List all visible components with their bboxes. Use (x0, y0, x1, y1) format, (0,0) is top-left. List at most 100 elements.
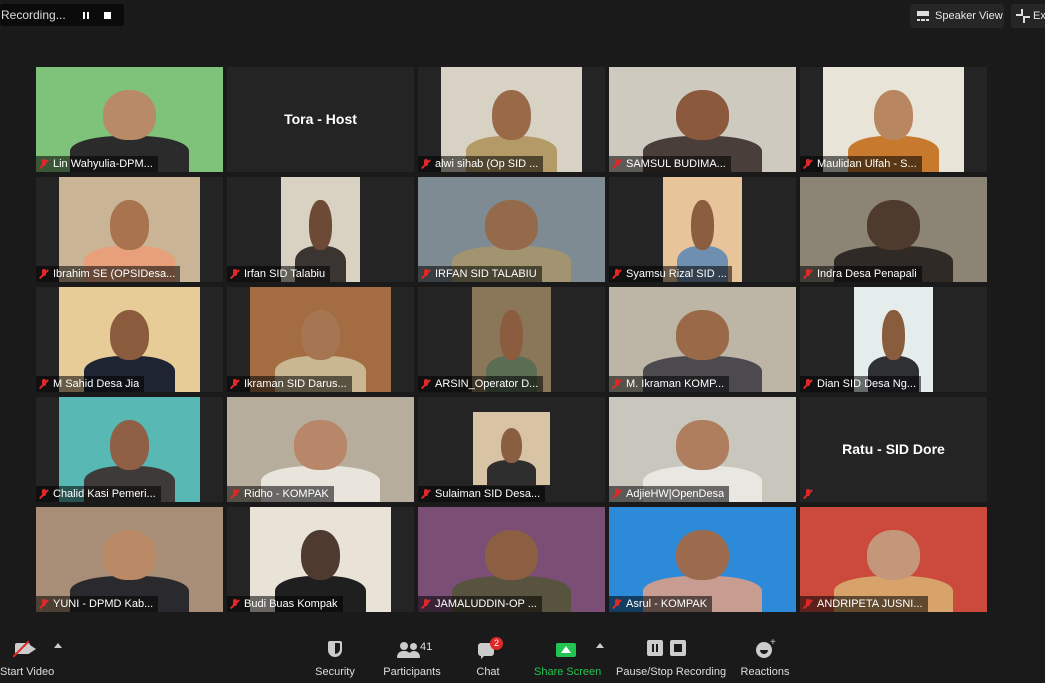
participant-name: Chalid Kasi Pemeri... (53, 488, 156, 500)
muted-microphone-icon (421, 379, 431, 389)
participant-face (873, 90, 914, 141)
start-video-label: Start Video (0, 666, 55, 678)
stop-recording-icon[interactable] (104, 11, 111, 19)
participant-name: ARSIN_Operator D... (435, 378, 539, 390)
muted-microphone-icon (612, 269, 622, 279)
muted-microphone-icon (612, 379, 622, 389)
participant-tile[interactable]: Ratu - SID Dore (800, 397, 987, 502)
participant-tile[interactable]: Asrul - KOMPAK (609, 507, 796, 612)
participant-name: IRFAN SID TALABIU (435, 268, 537, 280)
participant-name: Indra Desa Penapali (817, 268, 917, 280)
participant-name-bar: ARSIN_Operator D... (418, 376, 544, 392)
muted-microphone-icon (39, 159, 49, 169)
participant-name-bar: Ikraman SID Darus... (227, 376, 352, 392)
participant-face (691, 200, 714, 251)
participant-tile[interactable]: Syamsu Rizal SID ... (609, 177, 796, 282)
muted-microphone-icon (230, 269, 240, 279)
exit-full-screen-button[interactable]: Ex (1011, 4, 1045, 28)
chat-button[interactable]: 2 Chat (468, 630, 508, 683)
participant-name: Syamsu Rizal SID ... (626, 268, 727, 280)
participant-name-bar: Maulidan Ulfah - S... (800, 156, 922, 172)
participant-name-bar: YUNI - DPMD Kab... (36, 596, 159, 612)
muted-microphone-icon (39, 489, 49, 499)
participant-tile[interactable]: Ridho - KOMPAK (227, 397, 414, 502)
participant-tile[interactable]: M Sahid Desa Jia (36, 287, 223, 392)
participant-face (103, 90, 156, 141)
participant-tile[interactable]: alwi sihab (Op SID ... (418, 67, 605, 172)
participant-tile[interactable]: AdjieHW|OpenDesa (609, 397, 796, 502)
share-options-caret-icon[interactable] (596, 643, 604, 648)
participant-name-bar: Lin Wahyulia-DPM... (36, 156, 158, 172)
participant-name-bar: Syamsu Rizal SID ... (609, 266, 732, 282)
security-label: Security (315, 666, 355, 678)
participant-name-bar: IRFAN SID TALABIU (418, 266, 542, 282)
pause-stop-recording-button[interactable]: Pause/Stop Recording (616, 630, 726, 683)
muted-microphone-icon (803, 599, 813, 609)
participant-tile[interactable]: SAMSUL BUDIMA... (609, 67, 796, 172)
muted-microphone-icon (421, 599, 431, 609)
participant-face (867, 530, 920, 581)
participant-tile[interactable]: JAMALUDDIN-OP ... (418, 507, 605, 612)
speaker-view-button[interactable]: Speaker View (910, 4, 1004, 28)
participant-tile[interactable]: ARSIN_Operator D... (418, 287, 605, 392)
participant-tile[interactable]: Dian SID Desa Ng... (800, 287, 987, 392)
participant-tile[interactable]: Chalid Kasi Pemeri... (36, 397, 223, 502)
recording-indicator: Recording... (0, 4, 124, 26)
participant-name-bar: Chalid Kasi Pemeri... (36, 486, 161, 502)
participant-name-bar: AdjieHW|OpenDesa (609, 486, 730, 502)
muted-microphone-icon (39, 269, 49, 279)
participant-face (309, 200, 332, 251)
participant-tile[interactable]: Indra Desa Penapali (800, 177, 987, 282)
participant-name-bar: SAMSUL BUDIMA... (609, 156, 731, 172)
participants-button[interactable]: 41 Participants (380, 630, 444, 683)
participant-name-bar: Budi Buas Kompak (227, 596, 343, 612)
participant-tile[interactable]: Tora - Host (227, 67, 414, 172)
participant-name: YUNI - DPMD Kab... (53, 598, 154, 610)
participant-tile[interactable]: Ikraman SID Darus... (227, 287, 414, 392)
participant-name-bar: JAMALUDDIN-OP ... (418, 596, 542, 612)
participant-name-bar: M. Ikraman KOMP... (609, 376, 730, 392)
participant-tile[interactable]: YUNI - DPMD Kab... (36, 507, 223, 612)
participant-name: M Sahid Desa Jia (53, 378, 140, 390)
participant-tile[interactable]: Budi Buas Kompak (227, 507, 414, 612)
participant-tile[interactable]: ANDRIPETA JUSNI... (800, 507, 987, 612)
participant-name: Dian SID Desa Ng... (817, 378, 917, 390)
participant-name: AdjieHW|OpenDesa (626, 488, 725, 500)
participant-tile[interactable]: Lin Wahyulia-DPM... (36, 67, 223, 172)
pause-recording-icon[interactable] (83, 11, 89, 19)
participant-body (486, 460, 537, 485)
muted-microphone-icon (803, 159, 813, 169)
participant-tile[interactable]: Ibrahim SE (OPSIDesa... (36, 177, 223, 282)
speaker-view-icon (917, 11, 929, 21)
participant-face (882, 310, 905, 361)
meeting-toolbar: Start Video Security 41 Participants 2 C… (0, 630, 1045, 683)
participant-name: Ridho - KOMPAK (244, 488, 329, 500)
participant-face (109, 310, 150, 361)
muted-microphone-icon (39, 379, 49, 389)
participant-face (294, 420, 347, 471)
participant-name: Asrul - KOMPAK (626, 598, 708, 610)
participant-tile[interactable]: Sulaiman SID Desa... (418, 397, 605, 502)
muted-microphone-icon (230, 599, 240, 609)
start-video-button[interactable]: Start Video (0, 630, 54, 683)
participant-face (676, 530, 729, 581)
participant-tile[interactable]: Maulidan Ulfah - S... (800, 67, 987, 172)
participant-tile[interactable]: IRFAN SID TALABIU (418, 177, 605, 282)
muted-microphone-icon (230, 379, 240, 389)
participant-tile[interactable]: Irfan SID Talabiu (227, 177, 414, 282)
participant-face (109, 420, 150, 471)
video-options-caret-icon[interactable] (54, 643, 62, 648)
participants-count: 41 (420, 641, 433, 653)
security-button[interactable]: Security (302, 630, 368, 683)
participant-face (676, 310, 729, 361)
participant-name: Ikraman SID Darus... (244, 378, 347, 390)
participant-face (491, 90, 532, 141)
add-reaction-plus-icon: + (770, 637, 776, 648)
share-screen-icon (556, 643, 576, 657)
participant-tile[interactable]: M. Ikraman KOMP... (609, 287, 796, 392)
share-screen-button[interactable]: Share Screen (534, 630, 601, 683)
reactions-button[interactable]: + Reactions (740, 630, 790, 683)
participant-face (867, 200, 920, 251)
participant-face (676, 90, 729, 141)
exit-full-screen-label: Ex (1033, 10, 1045, 22)
